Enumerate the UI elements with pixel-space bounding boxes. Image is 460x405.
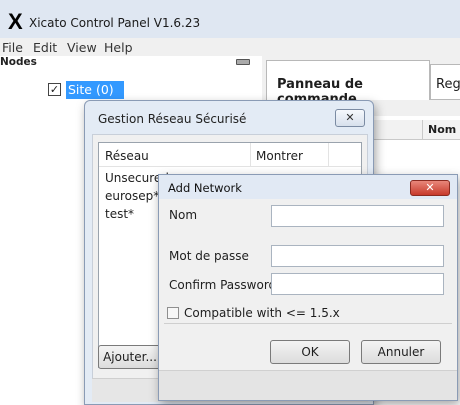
compatible-checkbox[interactable] (167, 307, 179, 319)
tree-checkbox[interactable]: ✓ (48, 83, 61, 96)
ok-button[interactable]: OK (270, 340, 350, 364)
compatible-label: Compatible with <= 1.5.x (184, 306, 340, 320)
network-row-eurosep[interactable]: eurosep* (105, 189, 159, 203)
menu-file[interactable]: File (2, 40, 23, 55)
add-network-dialog-title: Add Network (168, 181, 242, 195)
name-label: Nom (169, 208, 198, 222)
menu-edit[interactable]: Edit (33, 40, 57, 55)
password-field[interactable] (271, 245, 444, 267)
dialog-separator (164, 323, 452, 324)
nodes-panel-header: Nodes (0, 56, 262, 70)
password-label: Mot de passe (169, 249, 249, 263)
grid-column-nom[interactable]: Nom (428, 123, 456, 136)
column-reseau[interactable]: Réseau (105, 149, 149, 163)
name-field[interactable] (271, 205, 444, 227)
panel-minimize-icon[interactable] (236, 59, 250, 65)
dialog-footer (159, 370, 457, 400)
grid-column-separator (422, 120, 423, 140)
add-button[interactable]: Ajouter... (98, 345, 162, 369)
confirm-password-field[interactable] (271, 273, 444, 295)
app-logo-icon: X (8, 9, 23, 34)
tree-item-site[interactable]: Site (0) (66, 81, 124, 99)
menu-view[interactable]: View (67, 40, 97, 55)
secure-network-dialog-title: Gestion Réseau Sécurisé (98, 112, 247, 126)
tab-panneau-de-commande[interactable]: Panneau de commande (266, 60, 430, 107)
network-row-test[interactable]: test* (105, 207, 134, 221)
close-icon[interactable]: ✕ (335, 109, 365, 127)
window-title: Xicato Control Panel V1.6.23 (29, 16, 201, 30)
tab-reg[interactable]: Reg (430, 64, 460, 100)
cancel-button[interactable]: Annuler (361, 340, 441, 364)
column-montrer[interactable]: Montrer (256, 149, 303, 163)
menu-help[interactable]: Help (104, 40, 133, 55)
confirm-password-label: Confirm Password (169, 278, 277, 292)
column-separator (250, 143, 251, 167)
close-icon[interactable]: ✕ (410, 180, 450, 196)
column-separator (328, 143, 329, 167)
